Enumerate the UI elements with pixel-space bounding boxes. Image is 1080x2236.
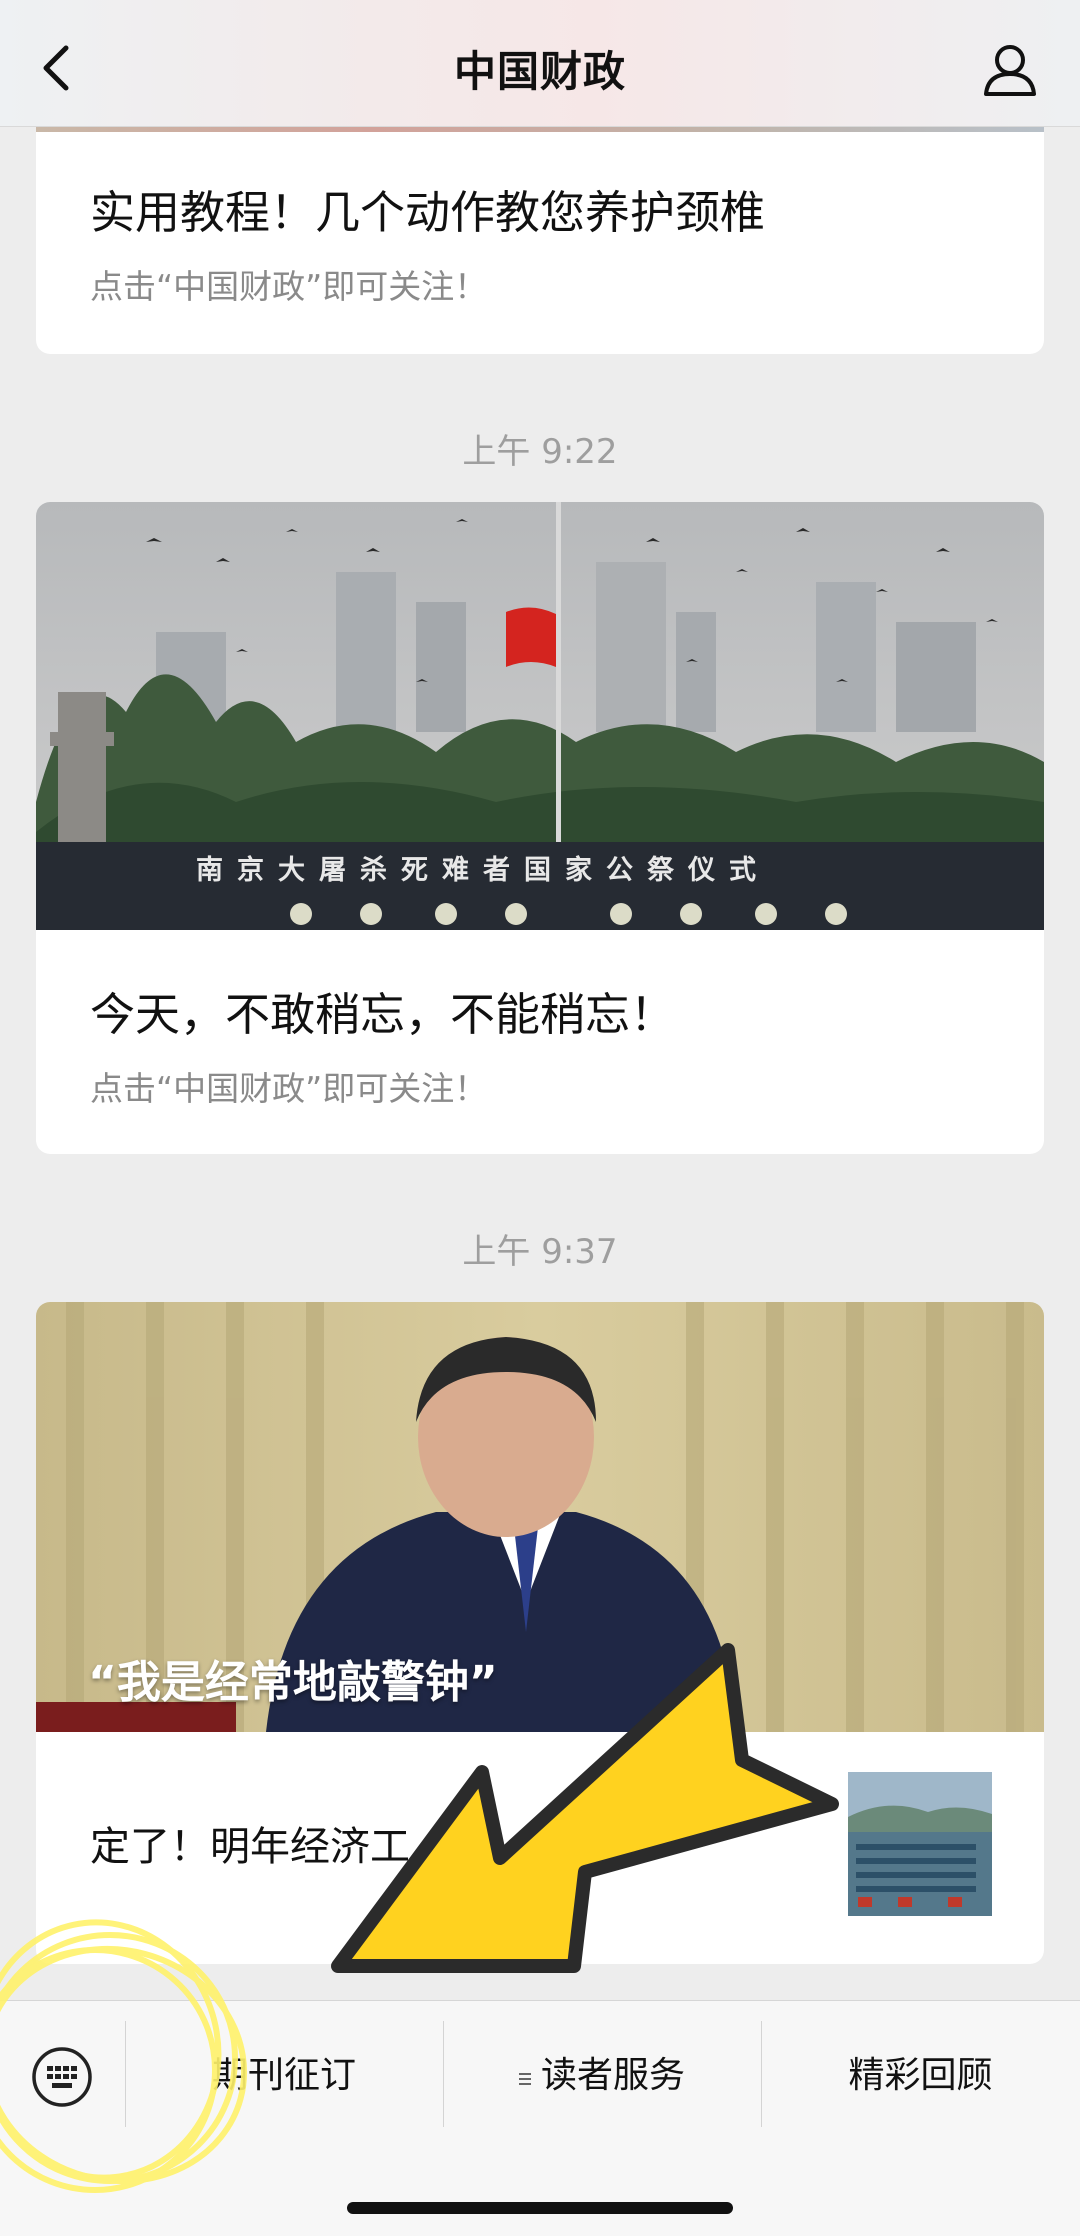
keyboard-icon (32, 2047, 92, 2107)
article-title: 今天，不敢稍忘，不能稍忘！ (90, 988, 676, 1041)
menu-item-label: 读者服务 (540, 2055, 685, 2096)
menu-item-subscription[interactable]: 期刊征订 (125, 2021, 443, 2131)
person-icon (984, 45, 1036, 96)
article-card[interactable]: 实用教程！几个动作教您养护颈椎 点击“中国财政”即可关注！ (36, 126, 1044, 354)
article-subtitle: 点击“中国财政”即可关注！ (90, 1069, 488, 1108)
secondary-article-thumbnail (848, 1772, 992, 1916)
article-subtitle: 点击“中国财政”即可关注！ (90, 267, 488, 306)
cover-image-caption: “我是经常地敲警钟” (88, 1657, 498, 1708)
article-title: 实用教程！几个动作教您养护颈椎 (90, 186, 766, 239)
message-timestamp: 上午 9:22 (462, 432, 618, 472)
bottom-menu-bar: 期刊征订 读者服务 精彩回顾 (0, 2000, 1080, 2236)
cover-image-caption: 南京大屠杀死难者国家公祭仪式 (196, 855, 770, 886)
message-timestamp: 上午 9:37 (462, 1232, 618, 1272)
keyboard-toggle-button[interactable] (30, 2045, 94, 2109)
page-title: 中国财政 (453, 47, 626, 96)
menu-item-highlights[interactable]: 精彩回顾 (761, 2021, 1080, 2131)
menu-item-reader-service[interactable]: 读者服务 (443, 2021, 761, 2131)
article-card[interactable]: 南京大屠杀死难者国家公祭仪式 今天，不敢稍忘，不能稍忘！ 点击“中国财政”即可关… (36, 502, 1044, 1154)
home-indicator (347, 2202, 733, 2214)
menu-lines-icon (518, 2022, 533, 2132)
profile-button[interactable] (980, 40, 1040, 100)
article-card[interactable]: “我是经常地敲警钟” 定了！明年经济工 (36, 1302, 1044, 1964)
secondary-article-title: 定了！明年经济工 (90, 1824, 410, 1870)
top-nav-bar: 中国财政 (0, 0, 1080, 127)
